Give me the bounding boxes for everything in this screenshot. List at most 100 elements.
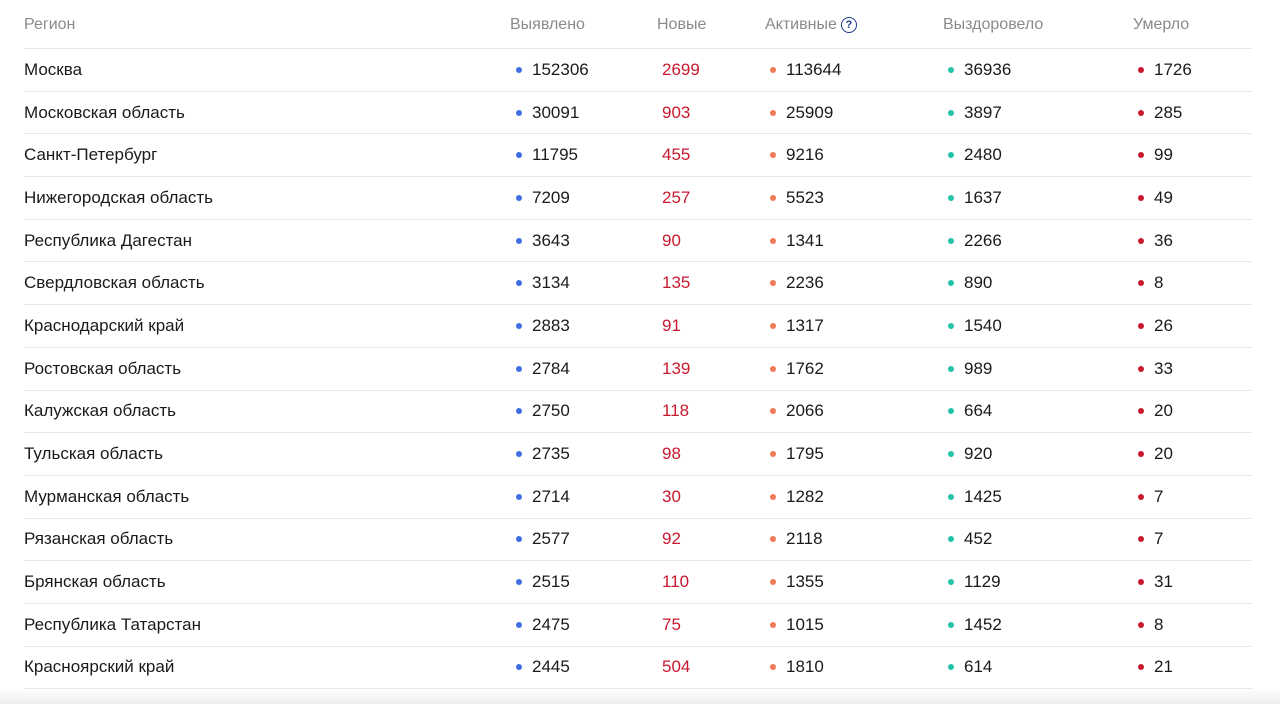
active-dot-icon bbox=[770, 322, 776, 329]
recovered-cell: 452 bbox=[943, 529, 1133, 549]
column-header-detected[interactable]: Выявлено bbox=[510, 16, 657, 34]
active-dot-icon bbox=[770, 579, 776, 586]
new-cell: 455 bbox=[657, 145, 765, 165]
active-value: 1795 bbox=[786, 444, 824, 464]
column-header-died[interactable]: Умерло bbox=[1133, 16, 1252, 34]
new-cell: 92 bbox=[657, 529, 765, 549]
region-cell: Нижегородская область bbox=[24, 188, 510, 208]
new-cell: 30 bbox=[657, 487, 765, 507]
active-cell: 1795 bbox=[765, 444, 943, 464]
new-cell: 75 bbox=[657, 615, 765, 635]
region-value: Краснодарский край bbox=[24, 315, 185, 335]
detected-value: 2475 bbox=[532, 614, 570, 634]
recovered-cell: 989 bbox=[943, 359, 1133, 379]
active-value: 1810 bbox=[786, 657, 824, 677]
recovered-dot-icon bbox=[948, 109, 954, 116]
detected-cell: 2750 bbox=[510, 401, 657, 421]
died-value: 7 bbox=[1154, 529, 1164, 549]
died-dot-icon bbox=[1138, 237, 1144, 244]
active-dot-icon bbox=[770, 152, 776, 159]
new-cell: 139 bbox=[657, 359, 765, 379]
column-header-recovered[interactable]: Выздоровело bbox=[943, 16, 1133, 34]
active-value: 2236 bbox=[786, 273, 824, 293]
table-row: Нижегородская область 7209 257 5523 1637 49 bbox=[24, 177, 1252, 220]
died-value: 33 bbox=[1154, 358, 1173, 378]
column-header-new[interactable]: Новые bbox=[657, 16, 765, 34]
active-cell: 9216 bbox=[765, 145, 943, 165]
detected-dot-icon bbox=[516, 536, 522, 543]
recovered-dot-icon bbox=[948, 66, 954, 73]
new-cell: 91 bbox=[657, 316, 765, 336]
detected-cell: 3643 bbox=[510, 231, 657, 251]
recovered-value: 2480 bbox=[964, 145, 1002, 165]
died-cell: 36 bbox=[1133, 231, 1252, 251]
detected-value: 2577 bbox=[532, 529, 570, 549]
active-value: 2066 bbox=[786, 401, 824, 421]
recovered-cell: 2266 bbox=[943, 231, 1133, 251]
region-cell: Тульская область bbox=[24, 444, 510, 464]
new-cell: 2699 bbox=[657, 60, 765, 80]
recovered-dot-icon bbox=[948, 451, 954, 458]
active-dot-icon bbox=[770, 408, 776, 415]
region-value: Рязанская область bbox=[24, 529, 174, 549]
new-cell: 135 bbox=[657, 273, 765, 293]
recovered-dot-icon bbox=[948, 322, 954, 329]
new-value: 504 bbox=[662, 657, 691, 677]
died-cell: 49 bbox=[1133, 188, 1252, 208]
died-cell: 33 bbox=[1133, 359, 1252, 379]
recovered-dot-icon bbox=[948, 237, 954, 244]
new-cell: 257 bbox=[657, 188, 765, 208]
table-row: Санкт-Петербург 11795 455 9216 2480 99 bbox=[24, 134, 1252, 178]
new-value: 118 bbox=[662, 401, 690, 421]
recovered-dot-icon bbox=[948, 621, 954, 628]
recovered-cell: 890 bbox=[943, 273, 1133, 293]
new-cell: 110 bbox=[657, 572, 765, 592]
detected-dot-icon bbox=[516, 365, 522, 372]
region-value: Калужская область bbox=[24, 401, 176, 421]
column-header-active[interactable]: Активные ? bbox=[765, 16, 943, 34]
died-dot-icon bbox=[1138, 408, 1144, 415]
active-cell: 1317 bbox=[765, 316, 943, 336]
active-dot-icon bbox=[770, 365, 776, 372]
detected-value: 3134 bbox=[532, 273, 570, 293]
recovered-dot-icon bbox=[948, 536, 954, 543]
died-dot-icon bbox=[1138, 280, 1144, 287]
died-value: 36 bbox=[1154, 230, 1173, 250]
active-cell: 2118 bbox=[765, 529, 943, 549]
recovered-value: 3897 bbox=[964, 102, 1002, 122]
died-value: 1726 bbox=[1154, 59, 1192, 79]
question-circle-icon[interactable]: ? bbox=[840, 17, 857, 33]
died-dot-icon bbox=[1138, 451, 1144, 458]
active-value: 1341 bbox=[786, 230, 824, 250]
detected-dot-icon bbox=[516, 664, 522, 671]
detected-cell: 11795 bbox=[510, 145, 657, 165]
active-value: 25909 bbox=[786, 102, 834, 122]
detected-dot-icon bbox=[516, 579, 522, 586]
recovered-value: 1129 bbox=[964, 572, 1001, 592]
table-row: Мурманская область 2714 30 1282 1425 7 bbox=[24, 476, 1252, 519]
recovered-cell: 1452 bbox=[943, 615, 1133, 635]
detected-dot-icon bbox=[516, 280, 522, 287]
detected-cell: 3134 bbox=[510, 273, 657, 293]
recovered-cell: 1425 bbox=[943, 487, 1133, 507]
active-dot-icon bbox=[770, 493, 776, 500]
active-cell: 2066 bbox=[765, 401, 943, 421]
detected-value: 30091 bbox=[532, 102, 580, 122]
new-value: 90 bbox=[662, 230, 681, 250]
active-value: 1282 bbox=[786, 486, 824, 506]
detected-value: 11795 bbox=[532, 145, 579, 165]
active-dot-icon bbox=[770, 664, 776, 671]
died-dot-icon bbox=[1138, 194, 1144, 201]
column-header-region[interactable]: Регион bbox=[24, 16, 510, 34]
died-cell: 21 bbox=[1133, 657, 1252, 677]
recovered-value: 664 bbox=[964, 401, 993, 421]
detected-cell: 2714 bbox=[510, 487, 657, 507]
died-dot-icon bbox=[1138, 66, 1144, 73]
region-cell: Мурманская область bbox=[24, 487, 510, 507]
region-cell: Калужская область bbox=[24, 401, 510, 421]
region-value: Мурманская область bbox=[24, 486, 190, 506]
active-cell: 1015 bbox=[765, 615, 943, 635]
detected-dot-icon bbox=[516, 194, 522, 201]
table-row: Краснодарский край 2883 91 1317 1540 26 bbox=[24, 305, 1252, 348]
table-row: Тульская область 2735 98 1795 920 20 bbox=[24, 433, 1252, 476]
